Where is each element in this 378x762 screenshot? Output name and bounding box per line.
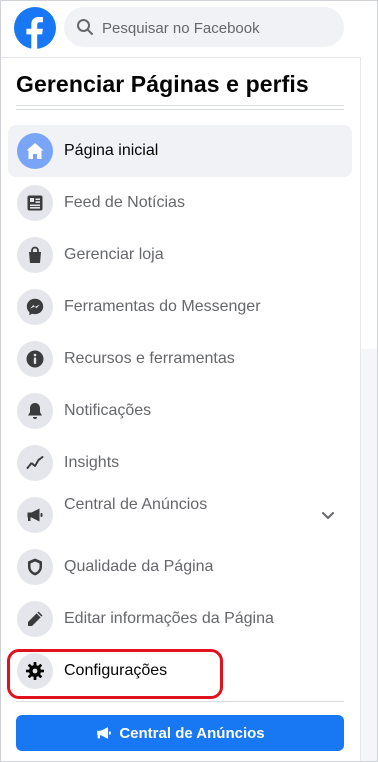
chevron-down-icon[interactable] [320, 507, 336, 523]
page-title: Gerenciar Páginas e perfis [16, 71, 309, 97]
scrollbar[interactable] [360, 57, 377, 761]
divider [16, 701, 344, 702]
sidebar-item-label: Gerenciar loja [64, 246, 164, 263]
megaphone-icon [97, 727, 112, 739]
shopping-bag-icon [17, 237, 53, 273]
divider [16, 109, 344, 110]
shield-icon [17, 549, 53, 585]
search-input[interactable] [100, 7, 340, 49]
sidebar-item-label: Qualidade da Página [64, 558, 214, 575]
sidebar-item-insights[interactable]: Insights [8, 437, 352, 489]
sidebar-item-label: Feed de Notícias [64, 194, 185, 211]
sidebar-item-resources-tools[interactable]: Recursos e ferramentas [8, 333, 352, 385]
gear-icon [17, 653, 53, 689]
home-icon [17, 133, 53, 169]
search-icon [77, 19, 93, 35]
ad-center-button[interactable]: Central de Anúncios [16, 715, 344, 751]
bell-icon [17, 393, 53, 429]
sidebar-item-news-feed[interactable]: Feed de Notícias [8, 177, 352, 229]
sidebar-item-page-quality[interactable]: Qualidade da Página [8, 541, 352, 593]
messenger-icon [17, 289, 53, 325]
sidebar-item-label: Configurações [64, 662, 168, 679]
sidebar-nav: Página inicial Feed de Notícias Gerencia… [8, 125, 352, 697]
sidebar-item-edit-page-info[interactable]: Editar informações da Página [8, 593, 352, 645]
facebook-logo-icon[interactable] [14, 7, 56, 49]
sidebar-item-home[interactable]: Página inicial [8, 125, 352, 177]
megaphone-icon [17, 497, 53, 533]
divider [16, 105, 344, 106]
sidebar-item-label: Insights [64, 454, 120, 471]
insights-icon [17, 445, 53, 481]
sidebar-item-manage-shop[interactable]: Gerenciar loja [8, 229, 352, 281]
sidebar-item-notifications[interactable]: Notificações [8, 385, 352, 437]
info-icon [17, 341, 53, 377]
sidebar-item-messenger-tools[interactable]: Ferramentas do Messenger [8, 281, 352, 333]
scrollbar-track[interactable] [361, 349, 377, 761]
sidebar-item-label: Notificações [64, 402, 152, 419]
pencil-icon [17, 601, 53, 637]
search-box[interactable] [64, 7, 344, 49]
sidebar-item-label: Ferramentas do Messenger [64, 298, 261, 315]
sidebar-item-ad-center[interactable]: Central de Anúncios [8, 489, 352, 541]
sidebar-item-label: Editar informações da Página [64, 610, 274, 627]
sidebar-item-label: Recursos e ferramentas [64, 350, 235, 367]
news-feed-icon [17, 185, 53, 221]
app-window: Gerenciar Páginas e perfis Página inicia… [0, 0, 378, 762]
ad-center-button-label: Central de Anúncios [119, 724, 265, 742]
sidebar-item-label: Central de Anúncios [64, 496, 208, 513]
sidebar-item-settings[interactable]: Configurações [8, 645, 352, 697]
top-bar [1, 1, 377, 58]
sidebar-item-label: Página inicial [64, 142, 159, 159]
